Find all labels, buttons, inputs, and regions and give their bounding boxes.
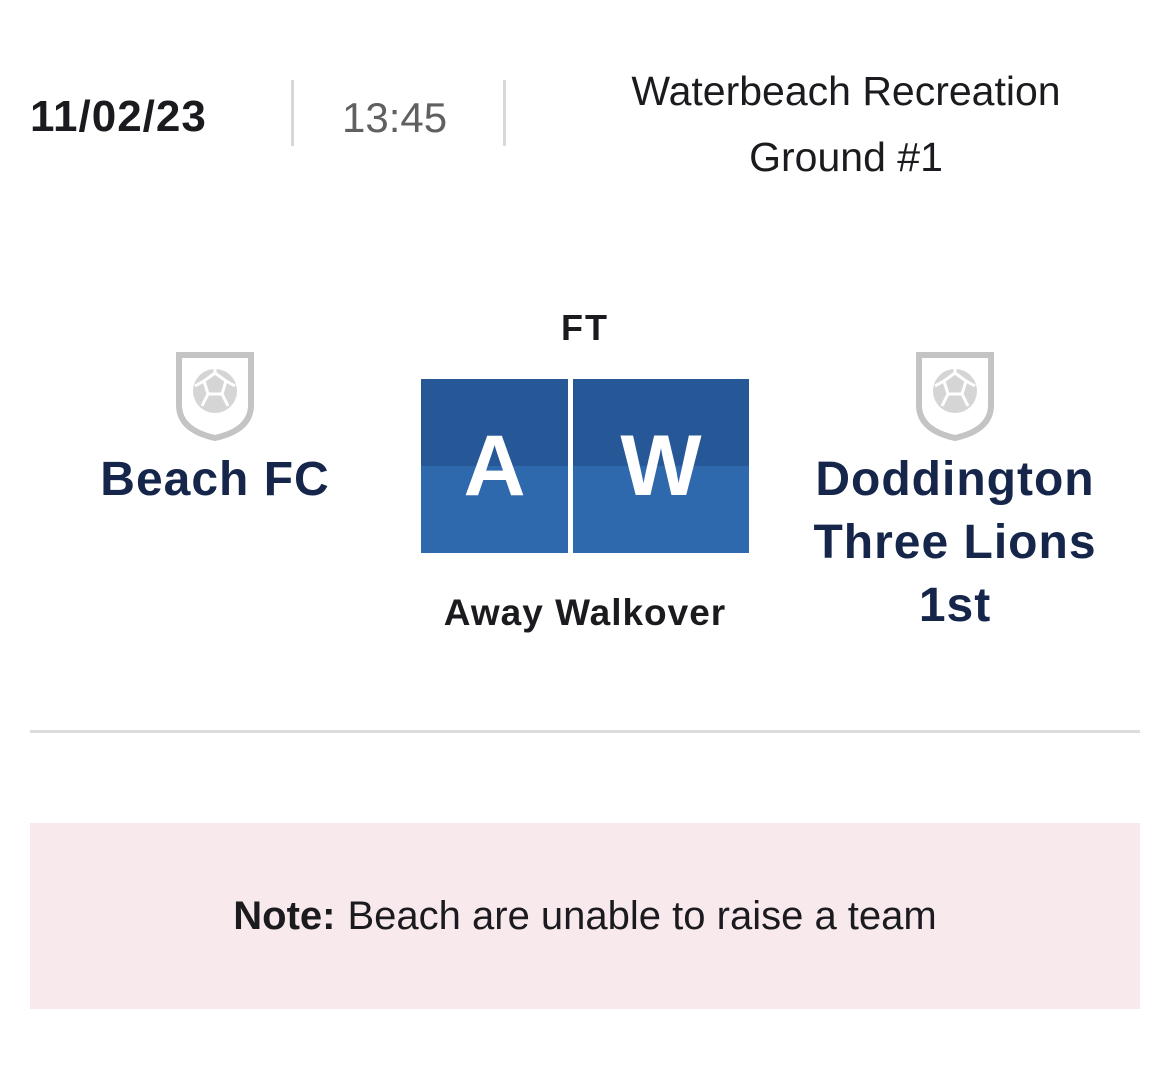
note-label: Note:	[233, 893, 336, 938]
away-team-crest-icon	[916, 352, 994, 442]
away-team-name-line: 1st	[918, 579, 992, 632]
result-description: Away Walkover	[443, 592, 727, 633]
section-divider	[30, 730, 1140, 733]
meta-divider	[291, 80, 294, 146]
venue-line: Ground #1	[749, 134, 943, 180]
match-date: 11/02/23	[30, 92, 207, 141]
meta-divider	[503, 80, 506, 146]
away-team-name-line: Three Lions	[813, 516, 1097, 569]
away-team-name[interactable]: Doddington Three Lions 1st	[790, 448, 1120, 637]
away-score: W	[573, 379, 749, 553]
match-venue[interactable]: Waterbeach Recreation Ground #1	[560, 58, 1132, 190]
note-text: Beach are unable to raise a team	[347, 893, 937, 938]
home-team-crest-icon	[176, 352, 254, 442]
home-score: A	[421, 379, 568, 553]
venue-line: Waterbeach Recreation	[631, 68, 1061, 114]
match-time: 13:45	[342, 94, 448, 141]
match-status: FT	[561, 307, 609, 348]
away-team-name-line: Doddington	[815, 453, 1095, 506]
match-note: Note: Beach are unable to raise a team	[30, 823, 1140, 1009]
home-team-name[interactable]: Beach FC	[60, 448, 370, 511]
